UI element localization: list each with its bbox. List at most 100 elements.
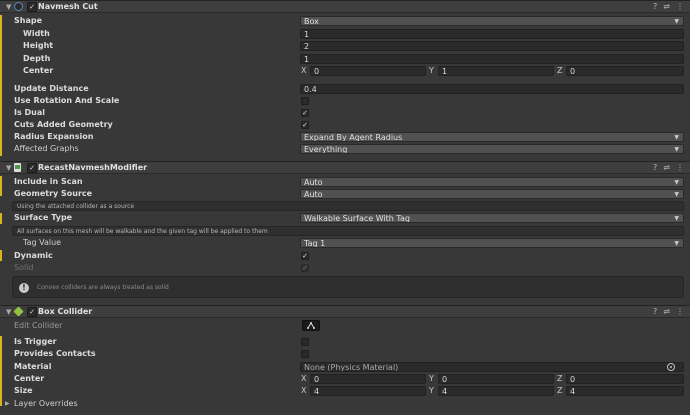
center-z-label[interactable]: Z bbox=[557, 66, 562, 76]
height-field[interactable]: 2 bbox=[300, 41, 684, 51]
box-center-x-label[interactable]: X bbox=[301, 374, 306, 384]
fold-arrow-icon[interactable]: ▼ bbox=[6, 308, 11, 316]
box-size-y-label[interactable]: Y bbox=[429, 386, 434, 396]
center-z-field[interactable]: 0 bbox=[566, 66, 684, 76]
geometry-source-dropdown[interactable]: Auto ▼ bbox=[300, 189, 684, 199]
box-center-y-label[interactable]: Y bbox=[429, 374, 434, 384]
box-center-x-field[interactable]: 0 bbox=[310, 374, 426, 384]
modified-indicator-bar bbox=[0, 213, 2, 224]
center-x-field[interactable]: 0 bbox=[310, 66, 426, 76]
box-center-z-field[interactable]: 0 bbox=[566, 374, 684, 384]
shape-label: Shape bbox=[14, 16, 43, 25]
script-icon bbox=[14, 163, 21, 172]
solid-label: Solid bbox=[14, 263, 34, 272]
cuts-added-geometry-label: Cuts Added Geometry bbox=[14, 120, 113, 129]
modified-indicator-bar bbox=[0, 176, 2, 196]
use-rotation-checkbox[interactable] bbox=[301, 97, 309, 105]
modified-indicator-bar bbox=[0, 250, 2, 261]
update-distance-label: Update Distance bbox=[14, 84, 89, 93]
component-enabled-checkbox[interactable]: ✓ bbox=[27, 2, 37, 12]
dropdown-arrow-icon: ▼ bbox=[674, 240, 679, 247]
navmesh-cut-header[interactable]: ▼ ✓ Navmesh Cut ? ⇌ ⋮ bbox=[0, 0, 690, 13]
recast-modifier-header[interactable]: ▼ ✓ RecastNavmeshModifier ? ⇌ ⋮ bbox=[0, 161, 690, 174]
edit-collider-label: Edit Collider bbox=[14, 321, 63, 330]
depth-field[interactable]: 1 bbox=[300, 54, 684, 64]
geometry-source-value: Auto bbox=[304, 190, 323, 199]
width-field[interactable]: 1 bbox=[300, 29, 684, 39]
box-collider-header[interactable]: ▼ ✓ Box Collider ? ⇌ ⋮ bbox=[0, 305, 690, 318]
surface-type-label: Surface Type bbox=[14, 213, 73, 222]
box-center-label: Center bbox=[14, 374, 45, 383]
component-title: Navmesh Cut bbox=[38, 2, 98, 11]
cuts-added-geometry-checkbox[interactable]: ✓ bbox=[301, 121, 309, 129]
dropdown-arrow-icon: ▼ bbox=[674, 134, 679, 141]
box-size-y-field[interactable]: 4 bbox=[438, 386, 554, 396]
convex-collider-help: ! Convex colliders are always treated as… bbox=[12, 276, 684, 298]
box-size-z-field[interactable]: 4 bbox=[566, 386, 684, 396]
geometry-source-help: Using the attached collider as a source bbox=[12, 201, 684, 211]
is-dual-checkbox[interactable]: ✓ bbox=[301, 109, 309, 117]
menu-icon[interactable]: ⋮ bbox=[676, 2, 684, 11]
component-enabled-checkbox[interactable]: ✓ bbox=[27, 163, 37, 173]
center-y-label[interactable]: Y bbox=[429, 66, 434, 76]
presets-icon[interactable]: ⇌ bbox=[663, 307, 670, 316]
include-in-scan-value: Auto bbox=[304, 178, 323, 187]
menu-icon[interactable]: ⋮ bbox=[676, 163, 684, 172]
fold-arrow-icon[interactable]: ▶ bbox=[5, 399, 10, 409]
info-icon: ! bbox=[19, 283, 29, 293]
center-x-label[interactable]: X bbox=[301, 66, 306, 76]
tag-value-label: Tag Value bbox=[23, 238, 62, 247]
height-label: Height bbox=[23, 41, 54, 50]
box-size-x-label[interactable]: X bbox=[301, 386, 306, 396]
edit-collider-button[interactable] bbox=[302, 320, 320, 331]
affected-graphs-dropdown[interactable]: Everything ▼ bbox=[300, 144, 684, 154]
component-enabled-checkbox[interactable]: ✓ bbox=[27, 307, 37, 317]
box-size-x-field[interactable]: 4 bbox=[310, 386, 426, 396]
update-distance-field[interactable]: 0.4 bbox=[300, 84, 684, 94]
shape-value: Box bbox=[304, 17, 319, 26]
edit-collider-icon bbox=[307, 322, 315, 329]
help-icon[interactable]: ? bbox=[653, 163, 657, 172]
fold-arrow-icon[interactable]: ▼ bbox=[6, 3, 11, 11]
modified-indicator-bar bbox=[0, 15, 2, 156]
is-trigger-checkbox[interactable] bbox=[301, 338, 309, 346]
box-size-z-label[interactable]: Z bbox=[557, 386, 562, 396]
material-value: None (Physics Material) bbox=[304, 363, 399, 372]
affected-graphs-value: Everything bbox=[304, 145, 348, 154]
box-collider-icon bbox=[13, 306, 24, 317]
object-picker-icon[interactable] bbox=[667, 363, 675, 371]
navmesh-cut-icon bbox=[14, 2, 23, 11]
use-rotation-label: Use Rotation And Scale bbox=[14, 96, 120, 105]
radius-expansion-dropdown[interactable]: Expand By Agent Radius ▼ bbox=[300, 132, 684, 142]
dynamic-checkbox[interactable]: ✓ bbox=[301, 252, 309, 260]
provides-contacts-label: Provides Contacts bbox=[14, 349, 96, 358]
layer-overrides-foldout[interactable]: Layer Overrides bbox=[14, 399, 78, 409]
help-icon[interactable]: ? bbox=[653, 2, 657, 11]
is-dual-label: Is Dual bbox=[14, 108, 45, 117]
provides-contacts-checkbox[interactable] bbox=[301, 350, 309, 358]
box-center-z-label[interactable]: Z bbox=[557, 374, 562, 384]
component-title: RecastNavmeshModifier bbox=[38, 163, 148, 172]
shape-dropdown[interactable]: Box ▼ bbox=[300, 16, 684, 26]
surface-type-value: Walkable Surface With Tag bbox=[304, 214, 410, 223]
fold-arrow-icon[interactable]: ▼ bbox=[6, 164, 11, 172]
menu-icon[interactable]: ⋮ bbox=[676, 307, 684, 316]
dropdown-arrow-icon: ▼ bbox=[674, 146, 679, 153]
center-y-field[interactable]: 1 bbox=[438, 66, 554, 76]
presets-icon[interactable]: ⇌ bbox=[663, 2, 670, 11]
box-center-y-field[interactable]: 0 bbox=[438, 374, 554, 384]
box-size-label: Size bbox=[14, 386, 33, 395]
depth-label: Depth bbox=[23, 54, 51, 63]
tag-value-dropdown[interactable]: Tag 1 ▼ bbox=[300, 238, 684, 248]
dropdown-arrow-icon: ▼ bbox=[674, 191, 679, 198]
presets-icon[interactable]: ⇌ bbox=[663, 163, 670, 172]
surface-type-dropdown[interactable]: Walkable Surface With Tag ▼ bbox=[300, 213, 684, 223]
material-field[interactable]: None (Physics Material) bbox=[300, 362, 684, 372]
modified-indicator-bar bbox=[0, 336, 2, 406]
affected-graphs-label: Affected Graphs bbox=[14, 144, 79, 153]
convex-collider-help-text: Convex colliders are always treated as s… bbox=[37, 284, 169, 291]
radius-expansion-value: Expand By Agent Radius bbox=[304, 133, 403, 142]
help-icon[interactable]: ? bbox=[653, 307, 657, 316]
center-label: Center bbox=[23, 66, 54, 75]
include-in-scan-dropdown[interactable]: Auto ▼ bbox=[300, 177, 684, 187]
